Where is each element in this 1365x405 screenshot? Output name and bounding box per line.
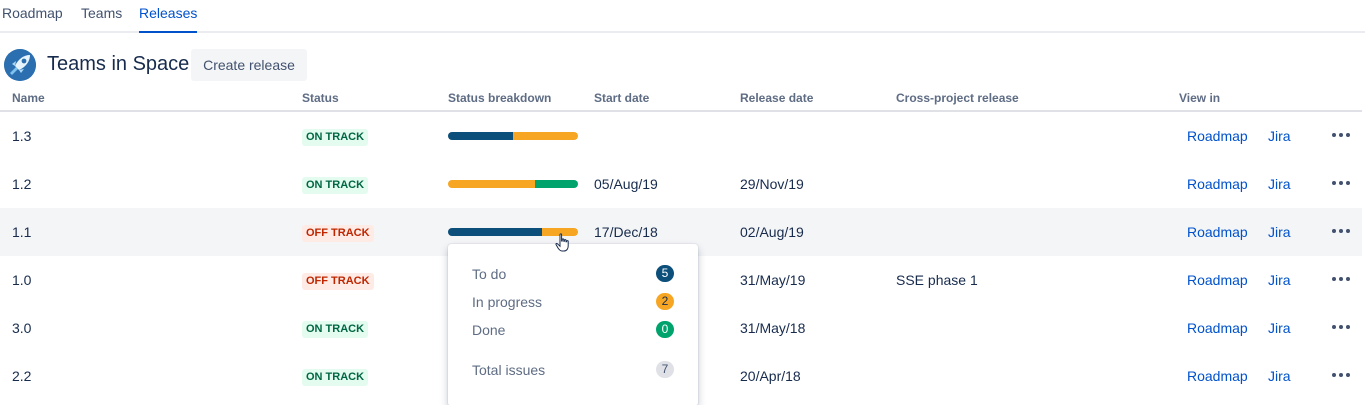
count-badge: 2 xyxy=(656,293,674,310)
release-date: 29/Nov/19 xyxy=(740,176,804,192)
table-row: 1.2 ON TRACK 05/Aug/19 29/Nov/19 Roadmap… xyxy=(0,160,1362,208)
release-name[interactable]: 1.0 xyxy=(12,272,31,288)
more-actions-icon[interactable] xyxy=(1332,318,1356,336)
popup-row-total: Total issues 7 xyxy=(472,360,674,380)
release-date: 31/May/19 xyxy=(740,272,806,288)
total-count-badge: 7 xyxy=(656,361,674,378)
release-name[interactable]: 3.0 xyxy=(12,320,31,336)
table-header: Name Status Status breakdown Start date … xyxy=(0,86,1362,112)
in-progress-segment xyxy=(513,132,578,140)
view-in-jira-link[interactable]: Jira xyxy=(1268,176,1291,192)
column-header-name: Name xyxy=(12,91,45,105)
status-badge: ON TRACK xyxy=(302,129,369,146)
popup-row-in-progress: In progress 2 xyxy=(472,292,674,312)
tab-roadmap[interactable]: Roadmap xyxy=(2,5,63,33)
tab-teams[interactable]: Teams xyxy=(81,5,122,33)
more-actions-icon[interactable] xyxy=(1332,270,1356,288)
more-actions-icon[interactable] xyxy=(1332,126,1356,144)
count-badge: 5 xyxy=(656,265,674,282)
status-breakdown-bar[interactable] xyxy=(448,132,578,140)
release-name[interactable]: 1.1 xyxy=(12,224,31,240)
table-row: 1.3 ON TRACK Roadmap Jira xyxy=(0,112,1362,160)
cross-project-release: SSE phase 1 xyxy=(896,272,978,288)
view-in-jira-link[interactable]: Jira xyxy=(1268,320,1291,336)
view-in-jira-link[interactable]: Jira xyxy=(1268,368,1291,384)
view-in-jira-link[interactable]: Jira xyxy=(1268,272,1291,288)
start-date: 17/Dec/18 xyxy=(594,224,658,240)
status-breakdown-bar[interactable] xyxy=(448,180,578,188)
view-in-roadmap-link[interactable]: Roadmap xyxy=(1187,224,1248,240)
status-badge: ON TRACK xyxy=(302,321,369,338)
column-header-status-breakdown: Status breakdown xyxy=(448,91,552,105)
popup-label: To do xyxy=(472,266,507,282)
release-date: 31/May/18 xyxy=(740,320,806,336)
create-release-button[interactable]: Create release xyxy=(191,49,307,81)
view-in-jira-link[interactable]: Jira xyxy=(1268,224,1291,240)
status-badge: OFF TRACK xyxy=(302,225,374,242)
status-badge: OFF TRACK xyxy=(302,273,374,290)
more-actions-icon[interactable] xyxy=(1332,366,1356,384)
tab-releases[interactable]: Releases xyxy=(139,5,198,33)
release-date: 20/Apr/18 xyxy=(740,368,801,384)
page-title: Teams in Space xyxy=(47,53,190,75)
view-in-roadmap-link[interactable]: Roadmap xyxy=(1187,176,1248,192)
view-in-roadmap-link[interactable]: Roadmap xyxy=(1187,128,1248,144)
popup-label: In progress xyxy=(472,294,543,310)
more-actions-icon[interactable] xyxy=(1332,174,1356,192)
rocket-icon xyxy=(4,49,36,81)
todo-segment xyxy=(448,228,542,236)
hand-cursor-icon xyxy=(555,233,571,253)
status-breakdown-popup: To do 5 In progress 2 Done 0 Total issue… xyxy=(448,244,698,405)
column-header-start-date: Start date xyxy=(594,91,650,105)
column-header-release-date: Release date xyxy=(740,91,814,105)
release-name[interactable]: 2.2 xyxy=(12,368,31,384)
status-badge: ON TRACK xyxy=(302,369,369,386)
done-segment xyxy=(535,180,578,188)
popup-row-todo: To do 5 xyxy=(472,264,674,284)
todo-segment xyxy=(448,132,513,140)
popup-label: Total issues xyxy=(472,362,546,378)
view-in-roadmap-link[interactable]: Roadmap xyxy=(1187,320,1248,336)
top-nav: Roadmap Teams Releases xyxy=(0,0,1365,33)
more-actions-icon[interactable] xyxy=(1332,222,1356,240)
column-header-status: Status xyxy=(302,91,339,105)
count-badge: 0 xyxy=(656,321,674,338)
column-header-cross-project-release: Cross-project release xyxy=(896,91,1019,105)
view-in-jira-link[interactable]: Jira xyxy=(1268,128,1291,144)
start-date: 05/Aug/19 xyxy=(594,176,658,192)
view-in-roadmap-link[interactable]: Roadmap xyxy=(1187,272,1248,288)
page-header: Teams in Space Create release xyxy=(0,47,1365,83)
release-name[interactable]: 1.2 xyxy=(12,176,31,192)
release-name[interactable]: 1.3 xyxy=(12,128,31,144)
column-header-view-in: View in xyxy=(1179,91,1221,105)
status-badge: ON TRACK xyxy=(302,177,369,194)
release-date: 02/Aug/19 xyxy=(740,224,804,240)
in-progress-segment xyxy=(448,180,536,188)
popup-row-done: Done 0 xyxy=(472,320,674,340)
view-in-roadmap-link[interactable]: Roadmap xyxy=(1187,368,1248,384)
popup-label: Done xyxy=(472,322,506,338)
